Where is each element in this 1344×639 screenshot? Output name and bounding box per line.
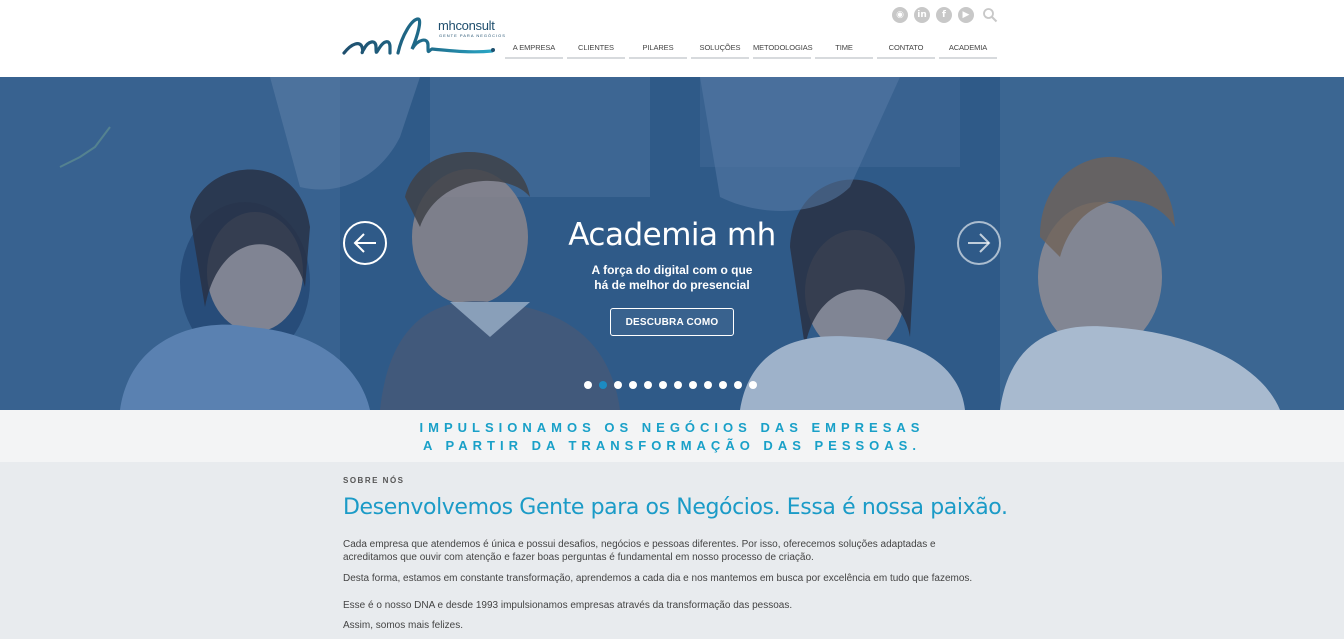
section-label: SOBRE NÓS (343, 476, 405, 485)
youtube-icon[interactable]: ▶ (958, 7, 974, 23)
nav-item-academia[interactable]: ACADEMIA (939, 41, 997, 59)
slider-dot[interactable] (719, 381, 727, 389)
discover-button[interactable]: DESCUBRA COMO (610, 308, 734, 336)
tagline-band: IMPULSIONAMOS OS NEGÓCIOS DAS EMPRESAS A… (0, 410, 1344, 462)
search-icon[interactable] (982, 7, 998, 23)
slider-dot[interactable] (659, 381, 667, 389)
nav-item-pilares[interactable]: PILARES (629, 41, 687, 59)
linkedin-icon[interactable]: in (914, 7, 930, 23)
nav-item-metodologias[interactable]: METODOLOGIAS (753, 41, 813, 59)
logo[interactable]: mhconsult GENTE PARA NEGÓCIOS (342, 15, 505, 63)
about-paragraph-1: Cada empresa que atendemos é única e pos… (343, 539, 936, 564)
section-title: Desenvolvemos Gente para os Negócios. Es… (343, 495, 1008, 520)
hero-subtitle-line2: há de melhor do presencial (594, 278, 750, 292)
slider-dot[interactable] (629, 381, 637, 389)
slider-dot[interactable] (584, 381, 592, 389)
logo-tagline: GENTE PARA NEGÓCIOS (439, 33, 506, 38)
slider-dot[interactable] (689, 381, 697, 389)
slider-dot[interactable] (599, 381, 607, 389)
nav-item-solucoes[interactable]: SOLUÇÕES (691, 41, 749, 59)
hero-title: Academia mh (568, 217, 776, 253)
slider-dot[interactable] (704, 381, 712, 389)
about-paragraph-4: Assim, somos mais felizes. (343, 620, 464, 631)
slider-dot[interactable] (749, 381, 757, 389)
hero-subtitle-line1: A força do digital com o que (591, 263, 753, 277)
slider-dots (584, 381, 757, 389)
hero-slider: Academia mh A força do digital com o que… (0, 77, 1344, 410)
tagline-line2: A PARTIR DA TRANSFORMAÇÃO DAS PESSOAS. (423, 438, 921, 453)
nav-item-empresa[interactable]: A EMPRESA (505, 41, 563, 59)
main-nav: A EMPRESA CLIENTES PILARES SOLUÇÕES METO… (505, 41, 997, 59)
hero-subtitle: A força do digital com o que há de melho… (0, 263, 1344, 293)
globe-icon[interactable]: ◉ (892, 7, 908, 23)
nav-item-time[interactable]: TIME (815, 41, 873, 59)
about-paragraph-3: Esse é o nosso DNA e desde 1993 impulsio… (343, 600, 793, 611)
slider-dot[interactable] (614, 381, 622, 389)
about-paragraph-2: Desta forma, estamos em constante transf… (343, 573, 973, 584)
nav-item-clientes[interactable]: CLIENTES (567, 41, 625, 59)
nav-item-contato[interactable]: CONTATO (877, 41, 935, 59)
slider-dot[interactable] (674, 381, 682, 389)
logo-text: mhconsult (438, 18, 495, 33)
slider-dot[interactable] (644, 381, 652, 389)
tagline-line1: IMPULSIONAMOS OS NEGÓCIOS DAS EMPRESAS (419, 420, 925, 435)
about-section: SOBRE NÓS Desenvolvemos Gente para os Ne… (0, 462, 1344, 639)
site-header: mhconsult GENTE PARA NEGÓCIOS ◉ in f ▶ A… (0, 0, 1344, 77)
social-links: ◉ in f ▶ (892, 7, 974, 23)
facebook-icon[interactable]: f (936, 7, 952, 23)
slider-dot[interactable] (734, 381, 742, 389)
